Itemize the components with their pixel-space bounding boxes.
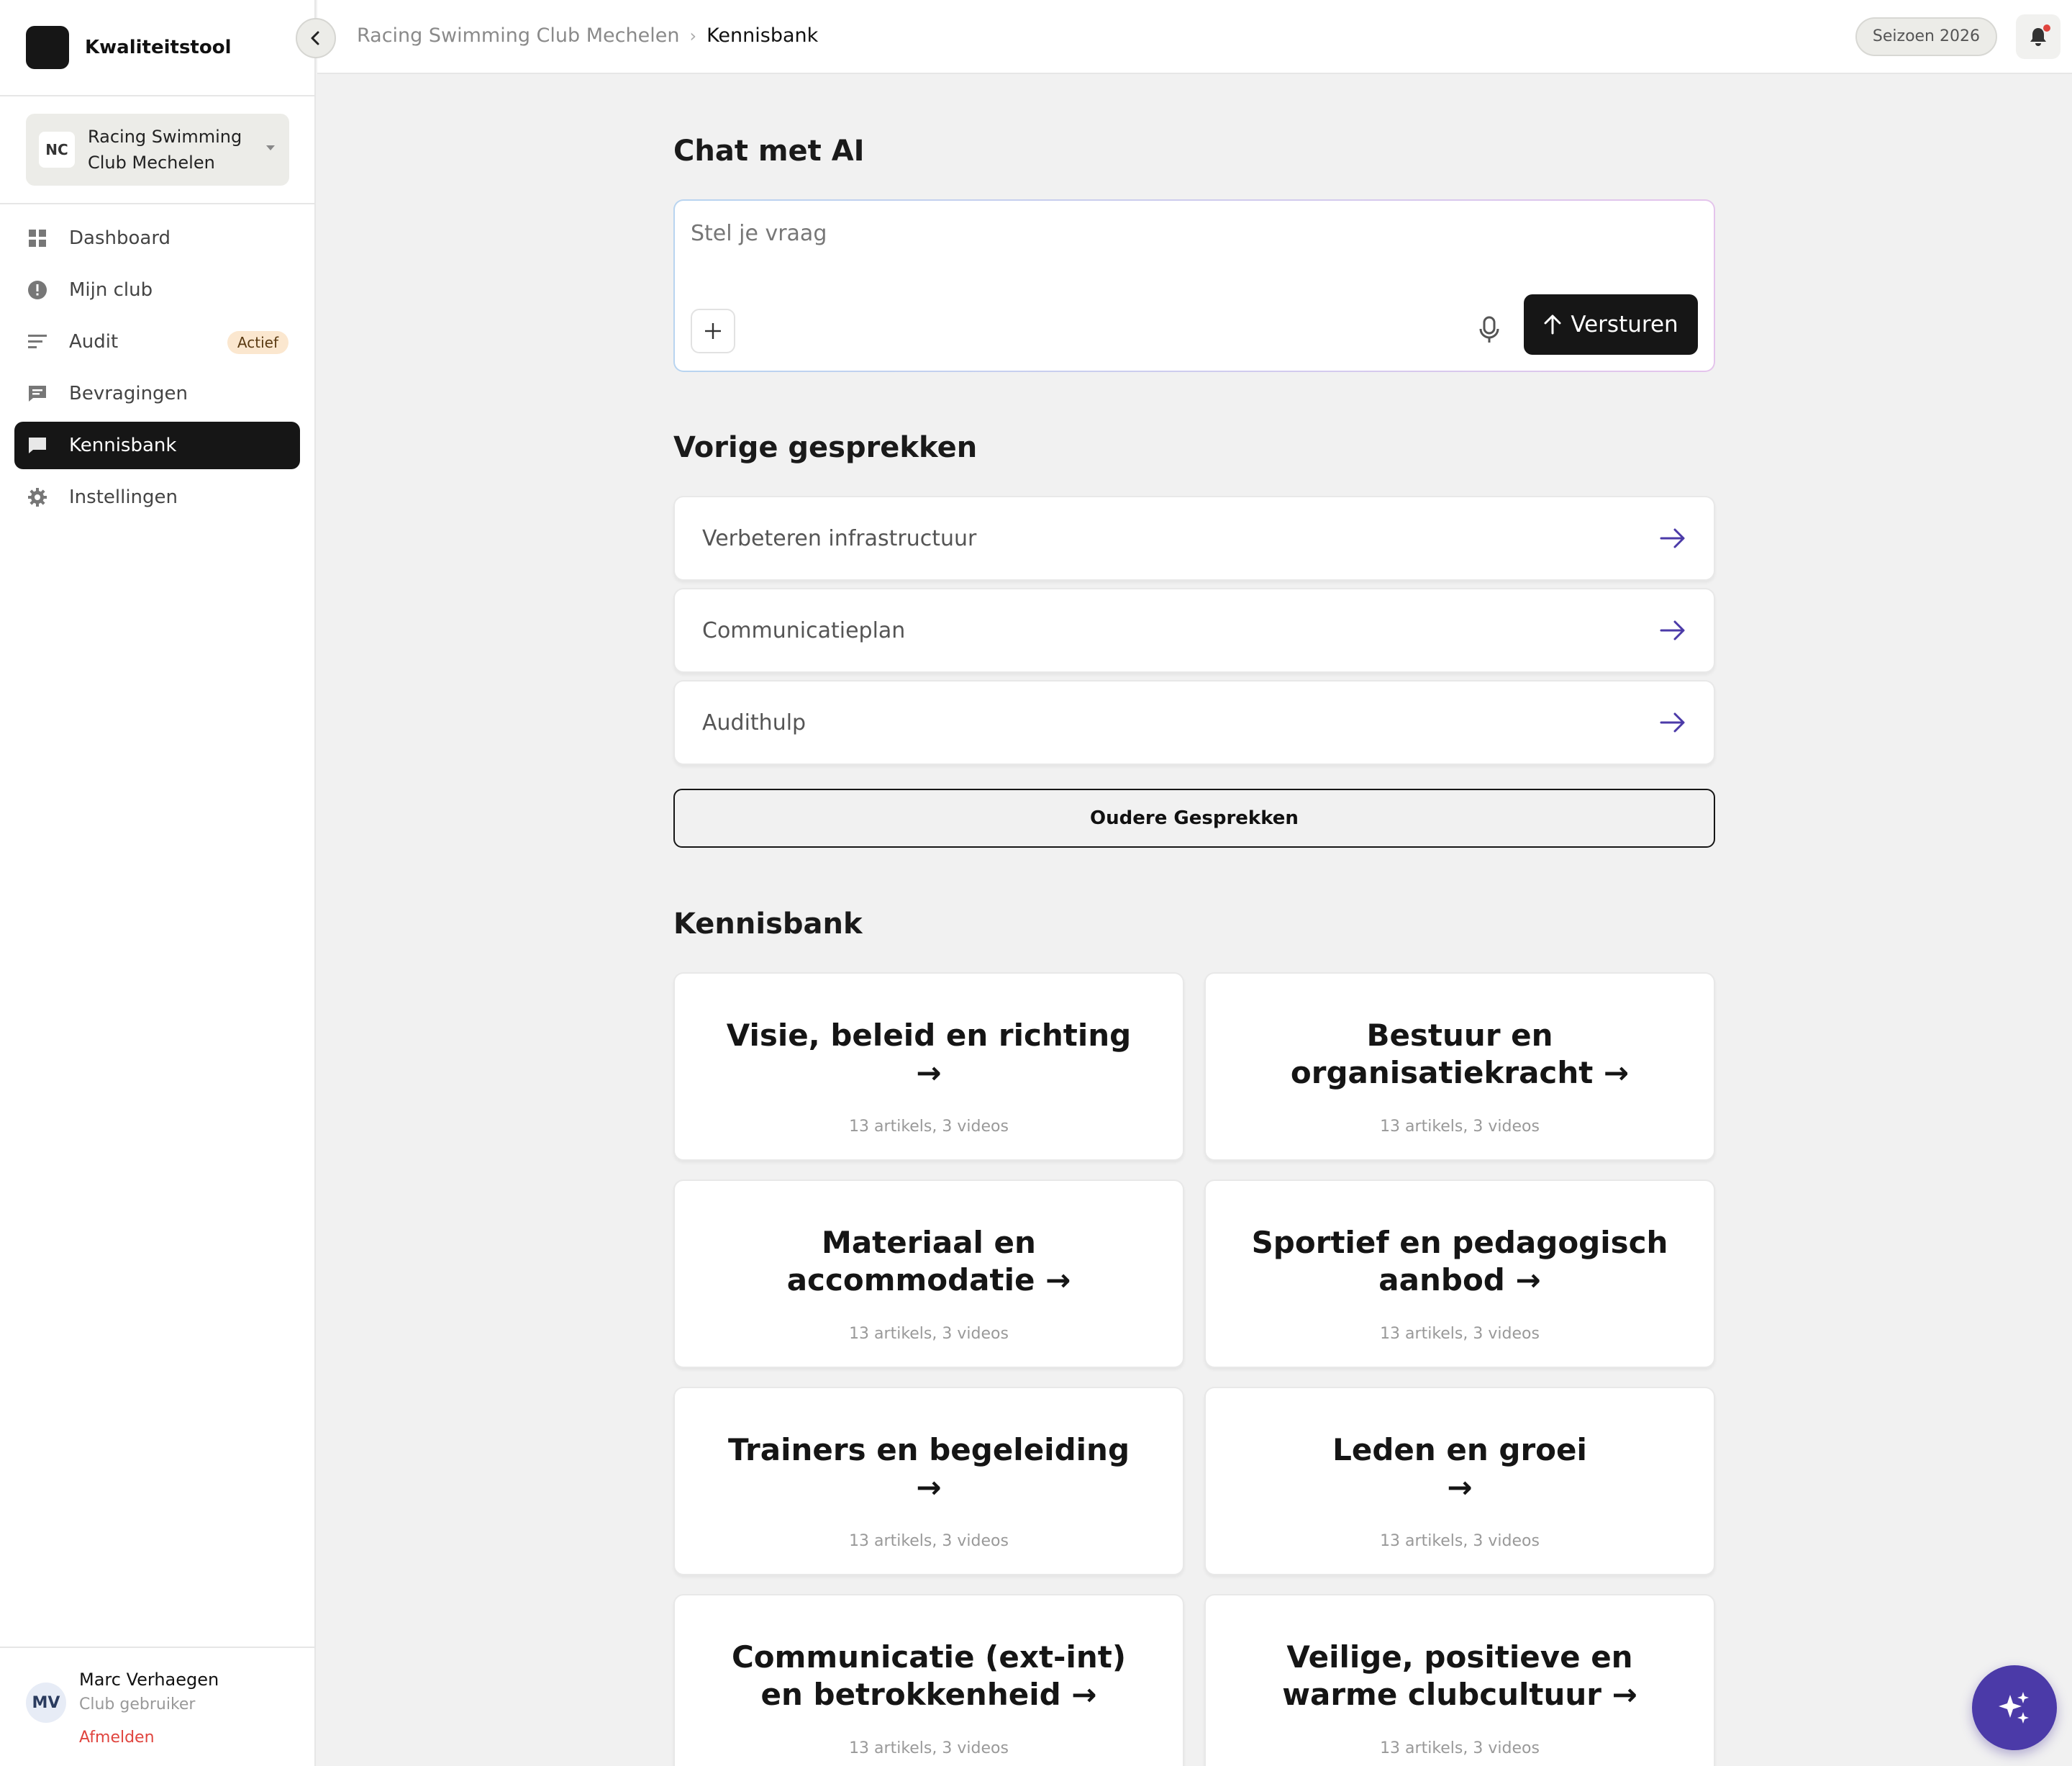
sidebar-item-label: Audit xyxy=(69,331,119,353)
sidebar-item-kennisbank[interactable]: Kennisbank xyxy=(14,422,300,469)
conversation-label: Verbeteren infrastructuur xyxy=(702,525,977,551)
season-badge[interactable]: Seizoen 2026 xyxy=(1855,17,1997,56)
sidebar-item-mijn-club[interactable]: Mijn club xyxy=(14,266,300,314)
kennisbank-card-meta: 13 artikels, 3 videos xyxy=(1380,1739,1540,1757)
conversation-label: Audithulp xyxy=(702,710,806,735)
kennisbank-card-title: Sportief en pedagogisch aanbod → xyxy=(1251,1225,1668,1298)
app-logo xyxy=(26,26,69,69)
notifications-button[interactable] xyxy=(2016,14,2060,59)
lines-icon xyxy=(27,332,47,352)
club-selector[interactable]: NC Racing Swimming Club Mechelen xyxy=(26,114,289,186)
arrow-right-icon xyxy=(1660,712,1685,733)
arrow-right-icon xyxy=(1660,528,1685,548)
older-conversations-button[interactable]: Oudere Gesprekken xyxy=(673,789,1715,848)
sidebar: Kwaliteitstool NC Racing Swimming Club M… xyxy=(0,0,316,1766)
club-avatar: NC xyxy=(39,132,75,168)
add-attachment-button[interactable] xyxy=(691,309,735,353)
logout-link[interactable]: Afmelden xyxy=(79,1729,155,1747)
breadcrumb-parent[interactable]: Racing Swimming Club Mechelen xyxy=(357,24,679,47)
sidebar-item-label: Bevragingen xyxy=(69,383,188,404)
kennisbank-card[interactable]: Trainers en begeleiding → 13 artikels, 3 … xyxy=(673,1387,1184,1575)
send-button-label: Versturen xyxy=(1571,312,1678,338)
kennisbank-card-meta: 13 artikels, 3 videos xyxy=(1380,1118,1540,1136)
sidebar-item-label: Dashboard xyxy=(69,227,171,249)
kennisbank-card[interactable]: Materiaal en accommodatie → 13 artikels, … xyxy=(673,1179,1184,1368)
user-name: Marc Verhaegen xyxy=(79,1670,219,1690)
kennisbank-card[interactable]: Leden en groei → 13 artikels, 3 videos xyxy=(1204,1387,1715,1575)
plus-icon xyxy=(705,323,721,339)
breadcrumb-separator: › xyxy=(689,25,697,46)
sidebar-item-label: Instellingen xyxy=(69,486,178,508)
kennisbank-card-title: Veilige, positieve en warme clubcultuur → xyxy=(1282,1639,1637,1712)
previous-conversations-title: Vorige gesprekken xyxy=(673,431,978,464)
chat-input[interactable]: Stel je vraag xyxy=(691,221,827,246)
club-selector-wrap: NC Racing Swimming Club Mechelen xyxy=(0,96,314,204)
conversation-item[interactable]: Audithulp xyxy=(673,680,1715,765)
gear-icon xyxy=(27,487,47,507)
avatar: MV xyxy=(26,1683,66,1723)
user-role: Club gebruiker xyxy=(79,1695,196,1713)
app-title: Kwaliteitstool xyxy=(85,37,232,58)
kennisbank-card-meta: 13 artikels, 3 videos xyxy=(849,1739,1009,1757)
chat-icon xyxy=(27,435,47,456)
kennisbank-card-meta: 13 artikels, 3 videos xyxy=(849,1532,1009,1550)
arrow-right-icon xyxy=(1660,620,1685,640)
sidebar-item-instellingen[interactable]: Instellingen xyxy=(14,474,300,521)
kennisbank-card[interactable]: Sportief en pedagogisch aanbod → 13 artik… xyxy=(1204,1179,1715,1368)
arrow-up-icon xyxy=(1544,314,1561,335)
chat-input-area[interactable]: Stel je vraag Versturen xyxy=(675,201,1714,371)
sidebar-item-label: Kennisbank xyxy=(69,435,177,456)
info-icon xyxy=(27,280,47,300)
kennisbank-card[interactable]: Communicatie (ext-int) en betrokkenheid →… xyxy=(673,1594,1184,1766)
kennisbank-card-title: Visie, beleid en richting → xyxy=(726,1018,1132,1090)
sidebar-nav: Dashboard Mijn club Audit Actief Bevragi… xyxy=(0,214,314,521)
microphone-button[interactable] xyxy=(1469,310,1509,350)
kennisbank-card-meta: 13 artikels, 3 videos xyxy=(1380,1532,1540,1550)
user-panel: MV Marc Verhaegen Club gebruiker Afmelde… xyxy=(0,1647,314,1766)
topbar: Racing Swimming Club Mechelen › Kennisba… xyxy=(317,0,2072,74)
breadcrumb: Racing Swimming Club Mechelen › Kennisba… xyxy=(357,24,818,47)
kennisbank-card-title: Communicatie (ext-int) en betrokkenheid → xyxy=(731,1639,1127,1712)
kennisbank-card[interactable]: Visie, beleid en richting → 13 artikels, … xyxy=(673,972,1184,1161)
ai-assistant-button[interactable] xyxy=(1972,1665,2057,1750)
kennisbank-card-meta: 13 artikels, 3 videos xyxy=(849,1325,1009,1343)
kennisbank-card-title: Bestuur en organisatiekracht → xyxy=(1290,1018,1630,1090)
breadcrumb-current: Kennisbank xyxy=(706,24,819,47)
sidebar-item-label: Mijn club xyxy=(69,279,153,301)
kennisbank-card-title: Trainers en begeleiding → xyxy=(727,1432,1130,1505)
kennisbank-title: Kennisbank xyxy=(673,907,863,941)
chat-title: Chat met AI xyxy=(673,135,865,168)
conversation-label: Communicatieplan xyxy=(702,617,906,643)
brand[interactable]: Kwaliteitstool xyxy=(0,0,314,96)
chevron-left-icon xyxy=(311,31,319,45)
conversation-item[interactable]: Verbeteren infrastructuur xyxy=(673,496,1715,581)
caret-down-icon xyxy=(266,145,275,150)
sidebar-item-bevragingen[interactable]: Bevragingen xyxy=(14,370,300,417)
collapse-sidebar-button[interactable] xyxy=(296,18,336,58)
kennisbank-card-title: Materiaal en accommodatie → xyxy=(786,1225,1071,1298)
kennisbank-card-meta: 13 artikels, 3 videos xyxy=(849,1118,1009,1136)
club-name: Racing Swimming Club Mechelen xyxy=(88,127,242,173)
status-badge: Actief xyxy=(227,331,288,354)
kennisbank-card-title: Leden en groei → xyxy=(1332,1432,1587,1505)
kennisbank-card[interactable]: Veilige, positieve en warme clubcultuur →… xyxy=(1204,1594,1715,1766)
message-icon xyxy=(27,384,47,404)
grid-icon xyxy=(27,228,47,248)
kennisbank-card[interactable]: Bestuur en organisatiekracht → 13 artikel… xyxy=(1204,972,1715,1161)
microphone-icon xyxy=(1479,316,1499,343)
conversation-item[interactable]: Communicatieplan xyxy=(673,588,1715,673)
sparkles-icon xyxy=(1999,1692,2029,1724)
notification-dot xyxy=(2043,24,2050,32)
sidebar-item-audit[interactable]: Audit Actief xyxy=(14,318,300,366)
kennisbank-card-meta: 13 artikels, 3 videos xyxy=(1380,1325,1540,1343)
chat-box: Stel je vraag Versturen xyxy=(673,199,1715,372)
send-button[interactable]: Versturen xyxy=(1524,294,1698,355)
sidebar-item-dashboard[interactable]: Dashboard xyxy=(14,214,300,262)
